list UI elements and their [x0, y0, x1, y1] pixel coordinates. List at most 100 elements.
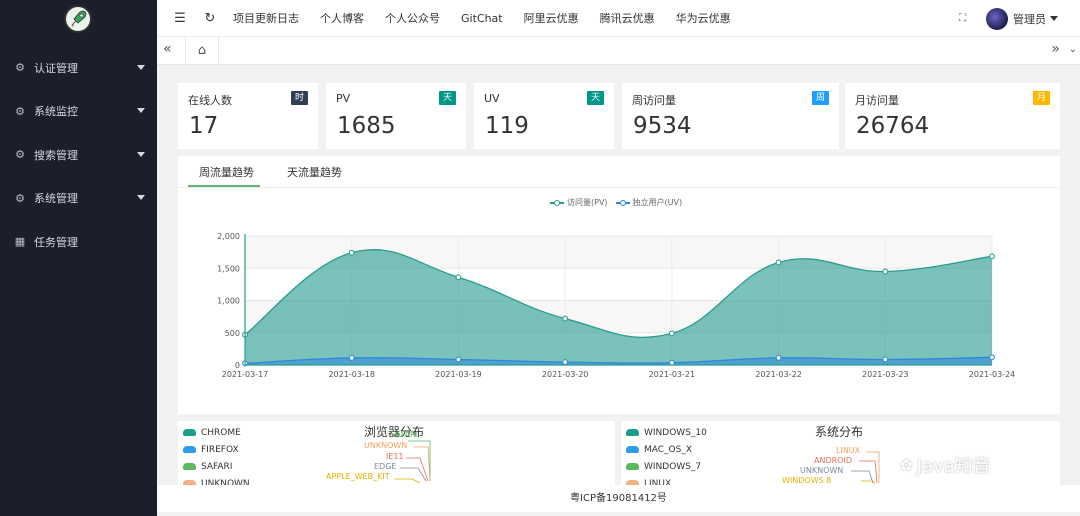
stat-label: UV: [484, 92, 500, 105]
caret-down-icon: [137, 151, 145, 157]
data-point[interactable]: [348, 354, 355, 361]
stat-label: 月访问量: [855, 94, 899, 107]
app-root: ⚙ 认证管理 ⚙ 系统监控 ⚙ 搜索管理 ⚙ 系统管理 ▦ 任务管理 ☰ ↻ 项目更新日志 个人博客…: [0, 0, 1080, 516]
stat-value: 17: [189, 113, 219, 139]
gear-icon: ⚙: [15, 104, 25, 118]
menu-collapse-icon[interactable]: ☰: [169, 7, 191, 29]
tabs-scroll-left-icon[interactable]: «: [163, 41, 172, 57]
y-tick-label: 1,500: [217, 264, 240, 273]
stat-card-3: 周访问量 周 9534: [622, 83, 839, 149]
sidebar-item-label: 系统监控: [34, 105, 78, 119]
y-tick-label: 1,000: [217, 297, 240, 306]
stat-period-badge: 天: [439, 91, 456, 105]
data-point[interactable]: [668, 330, 675, 337]
sidebar-item-4[interactable]: ▦ 任务管理: [0, 220, 157, 264]
data-point[interactable]: [562, 315, 569, 322]
caret-down-icon: [137, 108, 145, 114]
data-point[interactable]: [989, 354, 995, 361]
top-nav-link-1[interactable]: 个人博客: [320, 10, 364, 26]
x-tick-label: 2021-03-18: [328, 370, 375, 379]
x-tick-label: 2021-03-24: [969, 370, 1016, 379]
user-dropdown-icon[interactable]: [1050, 16, 1058, 21]
top-nav-link-6[interactable]: 华为云优惠: [676, 10, 731, 26]
gear-icon: ⚙: [15, 148, 25, 162]
stat-card-0: 在线人数 时 17: [178, 83, 318, 149]
data-point[interactable]: [775, 259, 782, 266]
grid-icon: ▦: [14, 235, 26, 249]
data-point[interactable]: [455, 274, 462, 281]
data-point[interactable]: [775, 354, 782, 361]
top-nav-link-3[interactable]: GitChat: [461, 12, 503, 25]
stat-value: 26764: [856, 113, 930, 139]
x-tick-label: 2021-03-19: [435, 370, 482, 379]
caret-down-icon: [137, 64, 145, 70]
x-tick-label: 2021-03-23: [862, 370, 909, 379]
traffic-area-chart: 0 500 1,000 1,500 2,000 2021-03-17 2021-03-18 2…: [217, 232, 1016, 379]
top-nav-link-4[interactable]: 阿里云优惠: [524, 10, 579, 26]
data-point[interactable]: [882, 268, 889, 275]
top-nav-link-2[interactable]: 个人公众号: [385, 10, 440, 26]
data-point[interactable]: [882, 356, 889, 363]
stat-card-2: UV 天 119: [474, 83, 614, 149]
sidebar: ⚙ 认证管理 ⚙ 系统监控 ⚙ 搜索管理 ⚙ 系统管理 ▦ 任务管理: [0, 0, 157, 516]
data-point[interactable]: [562, 359, 569, 366]
sidebar-menu: ⚙ 认证管理 ⚙ 系统监控 ⚙ 搜索管理 ⚙ 系统管理 ▦ 任务管理: [0, 46, 157, 264]
refresh-icon[interactable]: ↻: [199, 7, 221, 29]
sidebar-item-label: 搜索管理: [34, 148, 78, 162]
top-nav-link-5[interactable]: 腾讯云优惠: [600, 10, 655, 26]
tabs-bar: « ⌂ » ⌄: [157, 37, 1080, 65]
tabs-scroll-right-icon[interactable]: »: [1051, 41, 1060, 57]
home-tab-icon[interactable]: ⌂: [185, 37, 219, 64]
footer-icp: 粤ICP备19081412号: [157, 485, 1080, 512]
stat-period-badge: 时: [291, 91, 308, 105]
tabs-menu-chevron-down-icon[interactable]: ⌄: [1069, 44, 1077, 55]
traffic-trend-panel: 周流量趋势 天流量趋势 访问量(PV) 独立用户(UV) 0 500 1,000 1,5…: [178, 156, 1060, 414]
data-point[interactable]: [989, 253, 995, 260]
stat-label: 周访问量: [632, 94, 676, 107]
stat-value: 9534: [633, 113, 692, 139]
user-name[interactable]: 管理员: [1013, 11, 1046, 27]
sidebar-item-3[interactable]: ⚙ 系统管理: [0, 177, 157, 221]
stat-value: 119: [485, 113, 529, 139]
top-nav: 项目更新日志 个人博客 个人公众号 GitChat 阿里云优惠 腾讯云优惠 华为云优惠: [233, 10, 752, 26]
sidebar-item-2[interactable]: ⚙ 搜索管理: [0, 133, 157, 177]
os-distribution-panel: WINDOWS_10 MAC_OS_X WINDOWS_7 LINUX 系统分布 LI…: [621, 421, 1060, 485]
avatar[interactable]: [986, 7, 1008, 30]
top-bar: ☰ ↻ 项目更新日志 个人博客 个人公众号 GitChat 阿里云优惠 腾讯云优惠 华为云优…: [157, 0, 1080, 37]
x-tick-label: 2021-03-21: [649, 370, 696, 379]
x-tick-label: 2021-03-22: [755, 370, 802, 379]
stat-label: 在线人数: [188, 94, 232, 107]
browser-label-lines: [394, 440, 431, 484]
sidebar-item-label: 系统管理: [34, 192, 78, 206]
watermark: ✿ Java知音: [900, 452, 991, 478]
data-point[interactable]: [348, 249, 355, 256]
stat-card-4: 月访问量 月 26764: [845, 83, 1060, 149]
top-nav-link-0[interactable]: 项目更新日志: [233, 10, 299, 26]
sidebar-item-1[interactable]: ⚙ 系统监控: [0, 90, 157, 134]
gear-icon: ⚙: [15, 191, 25, 205]
stat-card-1: PV 天 1685: [326, 83, 466, 149]
stat-period-badge: 天: [587, 91, 604, 105]
wechat-icon: ✿: [900, 456, 913, 474]
os-label-lines: [851, 451, 880, 485]
stat-period-badge: 月: [1033, 91, 1050, 105]
watermark-text: Java知音: [916, 456, 991, 477]
x-tick-label: 2021-03-20: [542, 370, 589, 379]
browser-distribution-panel: CHROME FIREFOX SAFARI UNKNOWN 浏览器分布 SAFARI U…: [178, 421, 615, 485]
top-right-tools: ⛶ 管理员: [959, 0, 1058, 37]
sidebar-item-0[interactable]: ⚙ 认证管理: [0, 46, 157, 90]
caret-down-icon: [137, 195, 145, 201]
sidebar-item-label: 认证管理: [34, 61, 78, 75]
y-tick-label: 0: [235, 361, 240, 370]
stat-period-badge: 周: [812, 91, 829, 105]
data-point[interactable]: [455, 356, 462, 363]
sidebar-item-label: 任务管理: [34, 235, 78, 249]
stat-label: PV: [336, 92, 351, 105]
y-tick-label: 2,000: [217, 232, 240, 241]
rocket-logo-icon[interactable]: [64, 5, 92, 33]
fullscreen-icon[interactable]: ⛶: [959, 13, 966, 24]
stat-value: 1685: [337, 113, 396, 139]
gear-icon: ⚙: [15, 61, 25, 75]
x-tick-label: 2021-03-17: [222, 370, 269, 379]
y-tick-label: 500: [225, 329, 240, 338]
